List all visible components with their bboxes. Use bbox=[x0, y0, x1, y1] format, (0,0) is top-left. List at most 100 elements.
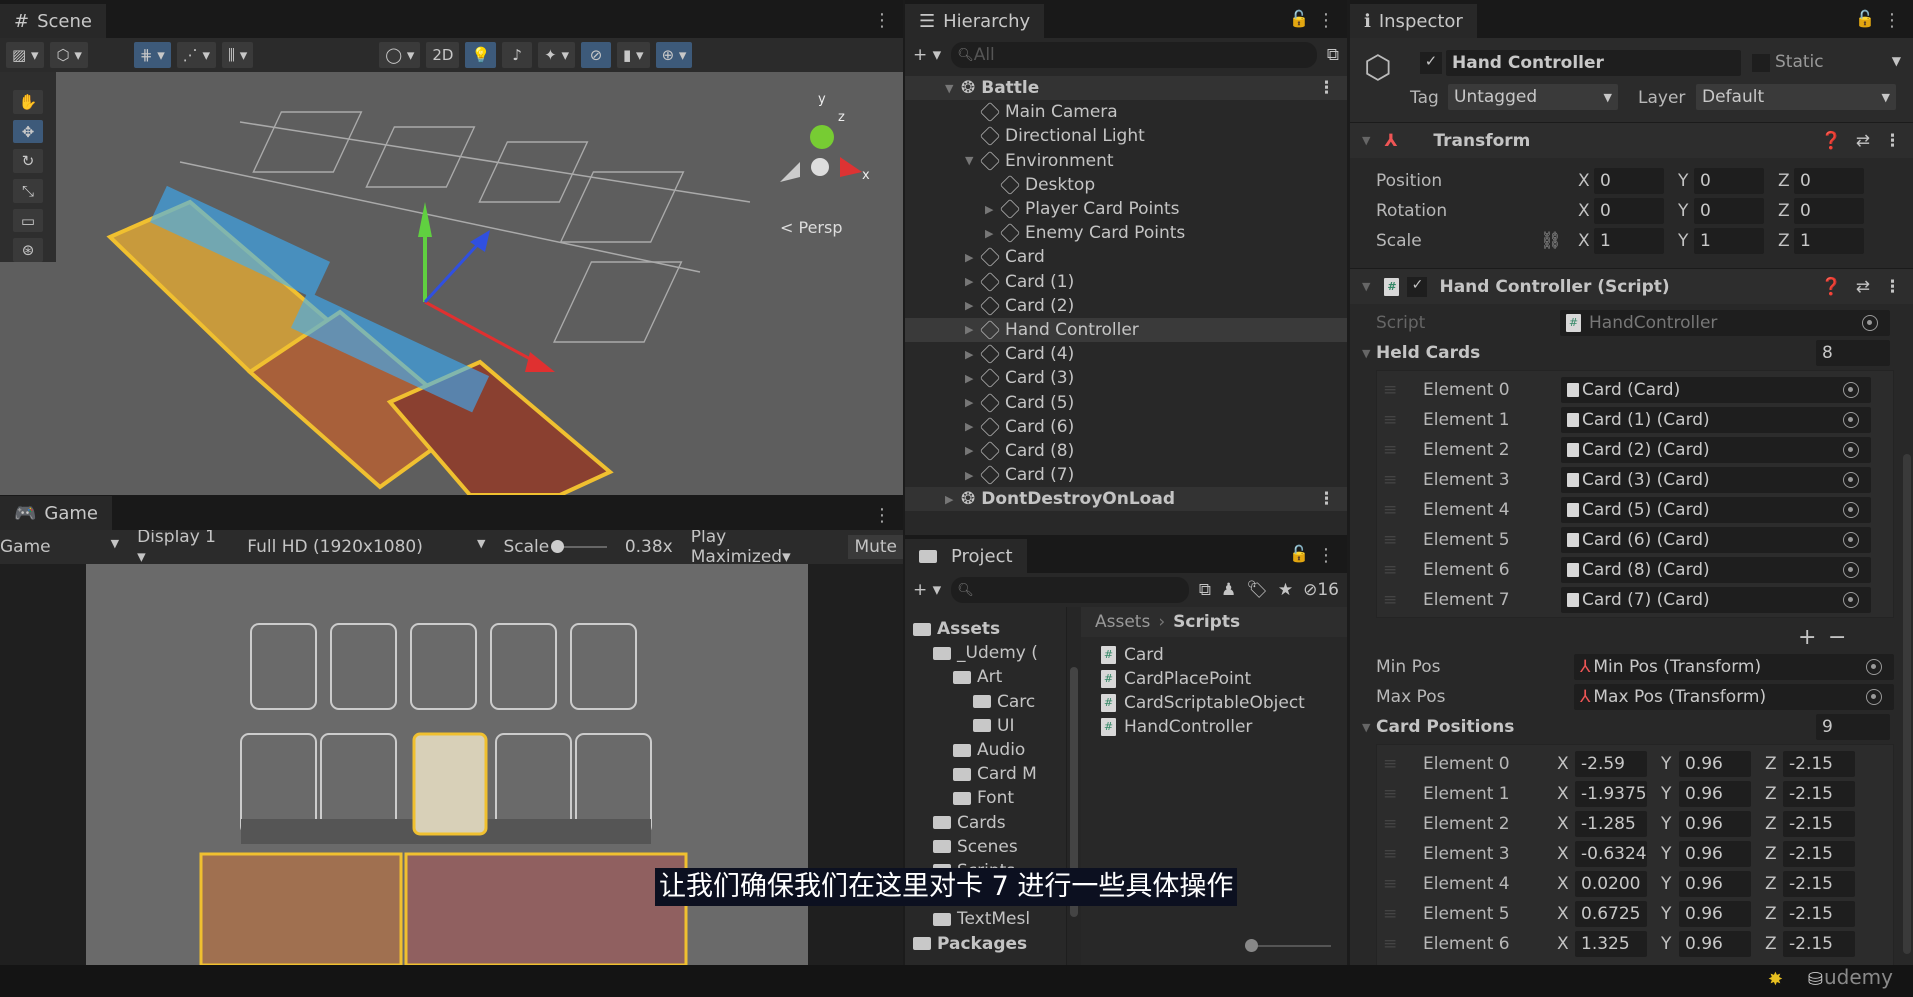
tab-project[interactable]: Project bbox=[905, 539, 1027, 573]
drag-handle-icon[interactable]: ≡ bbox=[1383, 844, 1397, 864]
collapse-arrow-icon[interactable]: ▶ bbox=[965, 348, 981, 361]
drag-handle-icon[interactable]: ≡ bbox=[1383, 784, 1397, 804]
card-reference-field[interactable]: Card (Card) bbox=[1561, 377, 1871, 403]
hierarchy-item[interactable]: ▼ ❂ Battle ⋮ bbox=[905, 76, 1347, 101]
effects-icon[interactable]: ✦ ▾ bbox=[538, 42, 576, 68]
component-menu-icon[interactable]: ⋮ bbox=[1884, 131, 1901, 151]
scene-menu-icon[interactable]: ⋮ bbox=[1318, 489, 1335, 509]
object-picker-icon[interactable] bbox=[1866, 659, 1882, 675]
project-folder[interactable]: Packages bbox=[905, 931, 1066, 955]
drag-handle-icon[interactable]: ≡ bbox=[1383, 934, 1397, 954]
rotation-y-input[interactable]: 0 bbox=[1694, 198, 1764, 224]
card-position-z-input[interactable]: -2.15 bbox=[1783, 931, 1855, 957]
script-file[interactable]: # HandController bbox=[1101, 715, 1347, 739]
drag-handle-icon[interactable]: ≡ bbox=[1383, 410, 1397, 430]
collapse-arrow-icon[interactable]: ▶ bbox=[965, 396, 981, 409]
preset-icon[interactable]: ⇄ bbox=[1856, 131, 1870, 151]
hidden-packages-button[interactable]: ⊘16 bbox=[1303, 580, 1339, 600]
foldout-arrow-icon[interactable]: ▼ bbox=[1362, 721, 1370, 734]
static-dropdown-icon[interactable]: ▼ bbox=[1892, 54, 1901, 68]
hierarchy-item[interactable]: ▶ Card (4) bbox=[905, 342, 1347, 366]
card-position-y-input[interactable]: 0.96 bbox=[1679, 781, 1751, 807]
tab-inspector[interactable]: ℹ Inspector bbox=[1350, 4, 1477, 38]
filter-type-icon[interactable]: ♟ bbox=[1221, 580, 1236, 600]
hierarchy-item[interactable]: ▶ Card (8) bbox=[905, 439, 1347, 463]
more-icon[interactable]: ⋮ bbox=[1883, 10, 1901, 31]
collapse-arrow-icon[interactable]: ▶ bbox=[965, 251, 981, 264]
hierarchy-item[interactable]: ▶ Card (6) bbox=[905, 415, 1347, 439]
card-position-z-input[interactable]: -2.15 bbox=[1783, 781, 1855, 807]
drag-handle-icon[interactable]: ≡ bbox=[1383, 814, 1397, 834]
toggle-2d-button[interactable]: 2D bbox=[426, 42, 460, 68]
min-pos-field[interactable]: ⅄ Min Pos (Transform) bbox=[1574, 654, 1894, 680]
card-position-x-input[interactable]: 0.6725 bbox=[1575, 901, 1647, 927]
drag-handle-icon[interactable]: ≡ bbox=[1383, 754, 1397, 774]
card-position-x-input[interactable]: -2.59 bbox=[1575, 751, 1647, 777]
object-picker-icon[interactable] bbox=[1843, 472, 1859, 488]
preset-icon[interactable]: ⇄ bbox=[1856, 277, 1870, 297]
object-picker-icon[interactable] bbox=[1843, 382, 1859, 398]
collapse-arrow-icon[interactable]: ▶ bbox=[965, 444, 981, 457]
project-search-input[interactable]: 🔍︎ bbox=[951, 577, 1189, 603]
expand-arrow-icon[interactable]: ▼ bbox=[945, 82, 961, 95]
favorite-star-icon[interactable]: ★ bbox=[1278, 580, 1293, 600]
render-mode-button[interactable]: ⬡ ▾ bbox=[50, 42, 88, 68]
hierarchy-item[interactable]: Directional Light bbox=[905, 124, 1347, 148]
script-component-header[interactable]: ▼ # ✓ Hand Controller (Script) ❓ ⇄ ⋮ bbox=[1350, 268, 1913, 304]
held-card-element[interactable]: ≡ Element 7 Card (7) (Card) bbox=[1377, 585, 1893, 615]
script-file[interactable]: # CardScriptableObject bbox=[1101, 691, 1347, 715]
static-checkbox[interactable] bbox=[1752, 54, 1770, 72]
hierarchy-item[interactable]: ▶ Hand Controller bbox=[905, 317, 1347, 343]
hierarchy-item[interactable]: ▶ ❂ DontDestroyOnLoad ⋮ bbox=[905, 487, 1347, 512]
drag-handle-icon[interactable]: ≡ bbox=[1383, 560, 1397, 580]
play-mode-select[interactable]: Play Maximized▾ bbox=[691, 527, 831, 567]
card-position-z-input[interactable]: -2.15 bbox=[1783, 901, 1855, 927]
lock-icon[interactable]: 🔓 bbox=[1855, 9, 1875, 28]
drag-handle-icon[interactable]: ≡ bbox=[1383, 530, 1397, 550]
held-card-element[interactable]: ≡ Element 5 Card (6) (Card) bbox=[1377, 525, 1893, 555]
project-folder[interactable]: _Udemy ( bbox=[905, 641, 1066, 665]
held-card-element[interactable]: ≡ Element 3 Card (3) (Card) bbox=[1377, 465, 1893, 495]
tab-scene[interactable]: # Scene bbox=[0, 4, 106, 38]
transform-tool-icon[interactable]: ⊛ bbox=[13, 238, 43, 263]
hand-tool-icon[interactable]: ✋ bbox=[12, 90, 44, 114]
hierarchy-item[interactable]: Main Camera bbox=[905, 100, 1347, 124]
card-reference-field[interactable]: Card (6) (Card) bbox=[1561, 527, 1871, 553]
hierarchy-item[interactable]: ▶ Card bbox=[905, 245, 1347, 269]
project-folder[interactable]: TextMesl bbox=[905, 907, 1066, 931]
card-position-y-input[interactable]: 0.96 bbox=[1679, 811, 1751, 837]
lock-icon[interactable]: 🔓 bbox=[1289, 544, 1309, 563]
tree-scrollbar[interactable] bbox=[1067, 607, 1081, 965]
card-positions-header[interactable]: ▼ Card Positions 9 bbox=[1350, 712, 1913, 742]
object-picker-icon[interactable] bbox=[1843, 502, 1859, 518]
project-folder[interactable]: Assets bbox=[905, 617, 1066, 641]
orientation-gizmo[interactable] bbox=[780, 125, 862, 182]
card-position-x-input[interactable]: 0.0200 bbox=[1575, 871, 1647, 897]
played-card[interactable] bbox=[412, 732, 488, 836]
gizmos-icon[interactable]: ⊕ ▾ bbox=[655, 42, 693, 68]
card-position-x-input[interactable]: -1.285 bbox=[1575, 811, 1647, 837]
position-x-input[interactable]: 0 bbox=[1594, 168, 1664, 194]
help-icon[interactable]: ❓ bbox=[1821, 131, 1842, 151]
bug-icon[interactable]: ✸ bbox=[1768, 969, 1783, 990]
hierarchy-item[interactable]: ▼ Environment bbox=[905, 149, 1347, 173]
add-element-button[interactable]: + bbox=[1798, 625, 1816, 650]
label-icon[interactable]: 🏷 bbox=[1246, 580, 1268, 600]
project-folder[interactable]: Art bbox=[905, 665, 1066, 689]
held-card-element[interactable]: ≡ Element 4 Card (5) (Card) bbox=[1377, 495, 1893, 525]
array-size-input[interactable]: 8 bbox=[1816, 340, 1890, 366]
transform-header[interactable]: ▼ ⅄ Transform ❓ ⇄ ⋮ bbox=[1350, 122, 1913, 158]
remove-element-button[interactable]: − bbox=[1828, 625, 1846, 650]
project-folder[interactable]: UI bbox=[905, 714, 1066, 738]
hierarchy-item[interactable]: ▶ Card (5) bbox=[905, 390, 1347, 414]
breadcrumb-assets[interactable]: Assets bbox=[1095, 612, 1150, 632]
hand-cards[interactable] bbox=[199, 852, 688, 965]
card-position-z-input[interactable]: -2.15 bbox=[1783, 751, 1855, 777]
rotation-z-input[interactable]: 0 bbox=[1794, 198, 1864, 224]
scene-menu-icon[interactable]: ⋮ bbox=[1318, 78, 1335, 98]
collapse-arrow-icon[interactable]: ▶ bbox=[965, 372, 981, 385]
object-picker-icon[interactable] bbox=[1843, 592, 1859, 608]
constrain-proportions-icon[interactable]: ⛓ bbox=[1540, 231, 1562, 251]
tab-game[interactable]: 🎮 Game bbox=[0, 496, 113, 530]
foldout-arrow-icon[interactable]: ▼ bbox=[1362, 347, 1370, 360]
